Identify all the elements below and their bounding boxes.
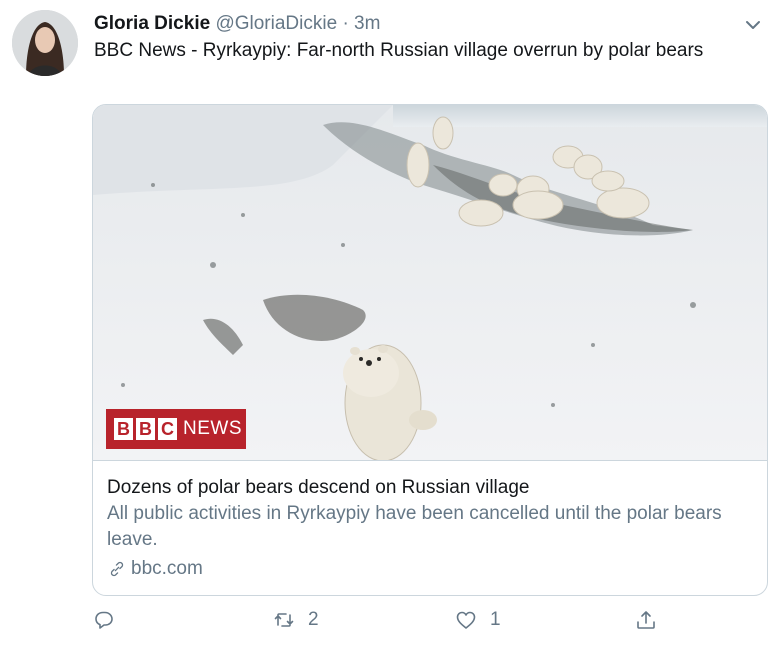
card-domain[interactable]: bbc.com: [107, 556, 755, 582]
retweet-count: 2: [308, 609, 319, 630]
tweet-actions: 2 1: [92, 608, 672, 640]
bbc-logo-letter: B: [114, 418, 133, 440]
timestamp[interactable]: 3m: [354, 13, 380, 34]
bbc-logo-letter: C: [158, 418, 177, 440]
retweet-button[interactable]: 2: [272, 608, 319, 632]
heart-icon: [456, 611, 476, 629]
share-button[interactable]: [634, 608, 658, 632]
link-icon: [110, 561, 124, 577]
card-image[interactable]: B B C NEWS: [93, 105, 767, 461]
bbc-news-logo: B B C NEWS: [106, 409, 246, 449]
user-handle[interactable]: @GloriaDickie: [215, 13, 337, 34]
display-name[interactable]: Gloria Dickie: [94, 13, 210, 34]
bbc-logo-news: NEWS: [183, 418, 242, 439]
retweet-icon: [274, 613, 294, 627]
bbc-logo-letter: B: [136, 418, 155, 440]
separator-dot: ·: [342, 13, 349, 34]
card-body[interactable]: Dozens of polar bears descend on Russian…: [93, 461, 767, 582]
like-count: 1: [490, 609, 501, 630]
card-title[interactable]: Dozens of polar bears descend on Russian…: [107, 475, 755, 501]
polar-bears-photo: [93, 105, 767, 460]
link-card[interactable]: B B C NEWS Dozens of polar bears descend…: [92, 104, 768, 596]
tweet-header: Gloria Dickie @GloriaDickie · 3m: [94, 12, 380, 36]
card-domain-text[interactable]: bbc.com: [131, 556, 203, 582]
avatar[interactable]: [12, 10, 78, 76]
chevron-down-icon[interactable]: [740, 12, 766, 38]
tweet-text: BBC News - Ryrkaypiy: Far-north Russian …: [94, 40, 704, 61]
reply-icon: [95, 611, 113, 629]
reply-button[interactable]: [92, 608, 116, 632]
tweet[interactable]: Gloria Dickie @GloriaDickie · 3m BBC New…: [0, 0, 780, 646]
card-description: All public activities in Ryrkaypiy have …: [107, 503, 722, 550]
share-icon: [637, 611, 655, 629]
like-button[interactable]: 1: [454, 608, 501, 632]
